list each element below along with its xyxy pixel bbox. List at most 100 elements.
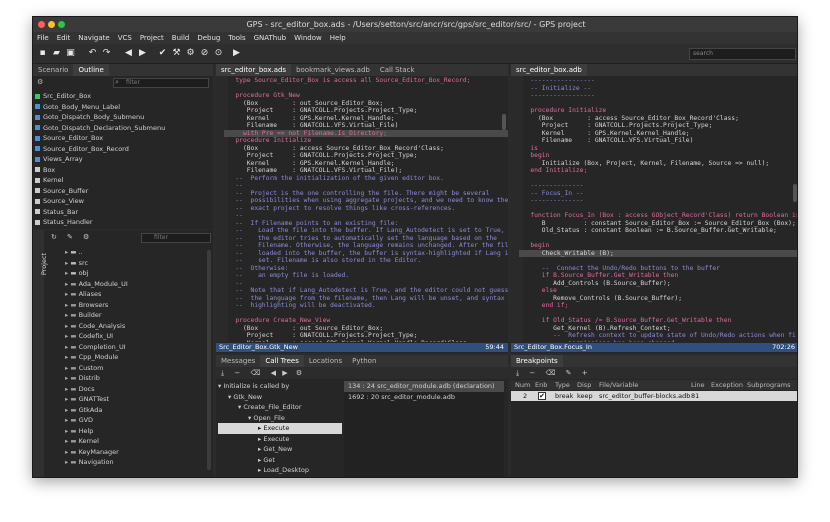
zoom-window-button[interactable] <box>58 21 65 28</box>
code-line[interactable]: end if; <box>519 302 797 310</box>
project-tree-item[interactable]: ▸ ▬ Completion_UI <box>47 342 207 353</box>
code-line[interactable]: -- Filename. Otherwise, the language rem… <box>224 242 508 250</box>
code-line[interactable]: Project : GNATCOLL.Projects.Project_Type… <box>224 107 508 115</box>
project-scrollbar[interactable] <box>207 250 211 470</box>
project-tree-item[interactable]: ▸ ▬ Cpp_Module <box>47 352 207 363</box>
project-tree-item[interactable]: ▸ ▬ KeyManager <box>47 447 207 458</box>
close-window-button[interactable] <box>38 21 45 28</box>
outline-item[interactable]: Kernel <box>35 175 211 186</box>
editor-ads-scrollbar[interactable] <box>502 114 506 130</box>
column-header[interactable]: Line <box>691 380 705 390</box>
outline-item[interactable]: Src_Editor_Box <box>35 91 211 102</box>
remove-icon[interactable]: − <box>529 369 535 377</box>
code-line[interactable]: -- Focus_In -- <box>519 190 797 198</box>
code-line[interactable]: -- exact project to resolve things like … <box>224 205 508 213</box>
location-row[interactable]: 1692 : 20 src_editor_module.adb <box>344 392 504 403</box>
code-line[interactable] <box>519 235 797 243</box>
code-line[interactable] <box>519 205 797 213</box>
code-line[interactable]: Remove_Controls (B.Source_Buffer); <box>519 295 797 303</box>
code-line[interactable] <box>519 310 797 318</box>
debug-icon[interactable]: ⊙ <box>213 48 224 59</box>
code-line[interactable]: if Old_Status /= B.Source_Buffer.Get_Wri… <box>519 317 797 325</box>
call-tree-node[interactable]: ▸ Get_New <box>218 444 342 455</box>
call-tree-node[interactable]: ▸ Execute <box>218 434 342 445</box>
code-line[interactable]: (Box : out Source_Editor_Box; <box>224 325 508 333</box>
code-line[interactable]: Project : GNATCOLL.Projects.Project_Type… <box>519 122 797 130</box>
code-line[interactable]: Old_Status : constant Boolean := B.Sourc… <box>519 227 797 235</box>
project-tree-item[interactable]: ▸ ▬ Aliases <box>47 289 207 300</box>
tab-messages[interactable]: Messages <box>216 355 260 367</box>
call-tree-node[interactable]: ▸ Load_Desktop <box>218 465 342 476</box>
project-tree-item[interactable]: ▸ ▬ Codefix_UI <box>47 331 207 342</box>
next-icon[interactable]: ▶ <box>282 369 287 377</box>
code-line[interactable]: -- Note that if Lang_Autodetect is True,… <box>224 287 508 295</box>
code-line[interactable]: -- loaded into the buffer, the buffer is… <box>224 250 508 258</box>
project-side-tab[interactable]: Project <box>33 230 48 477</box>
clean-icon[interactable]: ⊘ <box>199 48 210 59</box>
code-line[interactable]: begin <box>519 152 797 160</box>
call-tree-node[interactable]: ▾ Open_File <box>218 413 342 424</box>
run-icon[interactable]: ▶ <box>231 48 242 59</box>
outline-item[interactable]: Goto_Dispatch_Declaration_Submenu <box>35 123 211 134</box>
editor-ads-text[interactable]: type Source_Editor_Box is access all Sou… <box>216 76 508 342</box>
code-line[interactable]: Initialize (Box, Project, Kernel, Filena… <box>519 160 797 168</box>
project-tree-item[interactable]: ▸ ▬ obj <box>47 268 207 279</box>
outline-item[interactable]: Status_Handler <box>35 217 211 228</box>
column-header[interactable]: File/Variable <box>599 380 638 390</box>
code-line[interactable]: Add_Controls (B.Source_Buffer); <box>519 280 797 288</box>
code-line[interactable]: Filename : GNATCOLL.VFS.Virtual_File) <box>519 137 797 145</box>
outline-item[interactable]: Status_Bar <box>35 207 211 218</box>
code-line[interactable]: Kernel : GPS.Kernel.Kernel_Handle; <box>224 160 508 168</box>
code-line[interactable]: Kernel : access GPS.Kernel.Kernel_Handle… <box>224 340 508 343</box>
code-line[interactable]: procedure Gtk_New <box>224 92 508 100</box>
code-line[interactable]: -- Load the file into the buffer. If Lan… <box>224 227 508 235</box>
gear-icon[interactable]: ⚙ <box>83 233 89 241</box>
project-tree-item[interactable]: ▸ ▬ Browsers <box>47 300 207 311</box>
code-line[interactable]: Project : GNATCOLL.Projects.Project_Type… <box>224 152 508 160</box>
outline-filter-input[interactable]: filter <box>113 78 209 88</box>
project-filter-input[interactable]: filter <box>141 233 211 243</box>
edit-icon[interactable]: ✎ <box>67 233 73 241</box>
project-tree-item[interactable]: ▸ ▬ Help <box>47 426 207 437</box>
code-line[interactable]: -- <box>224 280 508 288</box>
code-line[interactable]: -- If Filename points to an existing fil… <box>224 220 508 228</box>
code-line[interactable]: end Initialize; <box>519 167 797 175</box>
project-tree-item[interactable]: ▸ ▬ Navigation <box>47 457 207 468</box>
tab-src-editor-box-ads[interactable]: src_editor_box.ads <box>216 64 292 76</box>
column-header[interactable]: Subprograms <box>747 380 791 390</box>
forward-icon[interactable]: ▶ <box>137 48 148 59</box>
code-line[interactable]: Get_Kernel (B).Refresh_Context; <box>519 325 797 333</box>
tab-breakpoints[interactable]: Breakpoints <box>511 355 563 367</box>
build-icon[interactable]: ⚒ <box>171 48 182 59</box>
project-tree-item[interactable]: ▸ ▬ Ada_Module_UI <box>47 279 207 290</box>
new-file-icon[interactable]: ▪ <box>37 48 48 59</box>
tab-bookmark-views[interactable]: bookmark_views.adb <box>291 64 375 76</box>
project-tree-item[interactable]: ▸ ▬ GtkAda <box>47 405 207 416</box>
code-line[interactable] <box>519 100 797 108</box>
tab-src-editor-box-adb[interactable]: src_editor_box.adb <box>511 64 587 76</box>
project-tree-item[interactable]: ▸ ▬ Distrib <box>47 373 207 384</box>
outline-item[interactable]: Box <box>35 165 211 176</box>
minimize-window-button[interactable] <box>48 21 55 28</box>
code-line[interactable]: -- an empty file is loaded. <box>224 272 508 280</box>
code-line[interactable] <box>519 257 797 265</box>
menu-help[interactable]: Help <box>326 32 350 44</box>
code-line[interactable]: -- <box>224 182 508 190</box>
previous-icon[interactable]: ◀ <box>271 369 276 377</box>
build-all-icon[interactable]: ⚙ <box>185 48 196 59</box>
code-line[interactable]: (Box : access Source_Editor_Box_Record'C… <box>519 115 797 123</box>
outline-item[interactable]: Source_Editor_Box_Record <box>35 144 211 155</box>
code-line[interactable]: Filename : GNATCOLL.VFS.Virtual_File) <box>224 122 508 130</box>
code-line[interactable]: -- possibilities when using aggregate pr… <box>224 197 508 205</box>
breakpoint-row[interactable]: 2 ✔ break keep src_editor_buffer-blocks.… <box>511 391 797 401</box>
menu-navigate[interactable]: Navigate <box>74 32 113 44</box>
code-line[interactable]: -- Refresh context to update state of Un… <box>519 332 797 340</box>
column-header[interactable]: Enb <box>535 380 547 390</box>
project-tree-item[interactable]: ▸ ▬ .. <box>47 247 207 258</box>
call-tree-node[interactable]: ▾ Gtk_New <box>218 392 342 403</box>
location-row[interactable]: 134 : 24 src_editor_module.adb (declarat… <box>344 381 504 392</box>
project-tree-item[interactable]: ▸ ▬ src <box>47 258 207 269</box>
check-icon[interactable]: ✔ <box>157 48 168 59</box>
code-line[interactable]: -- the language from the filename, then … <box>224 295 508 303</box>
clear-icon[interactable]: ⌫ <box>250 369 260 377</box>
